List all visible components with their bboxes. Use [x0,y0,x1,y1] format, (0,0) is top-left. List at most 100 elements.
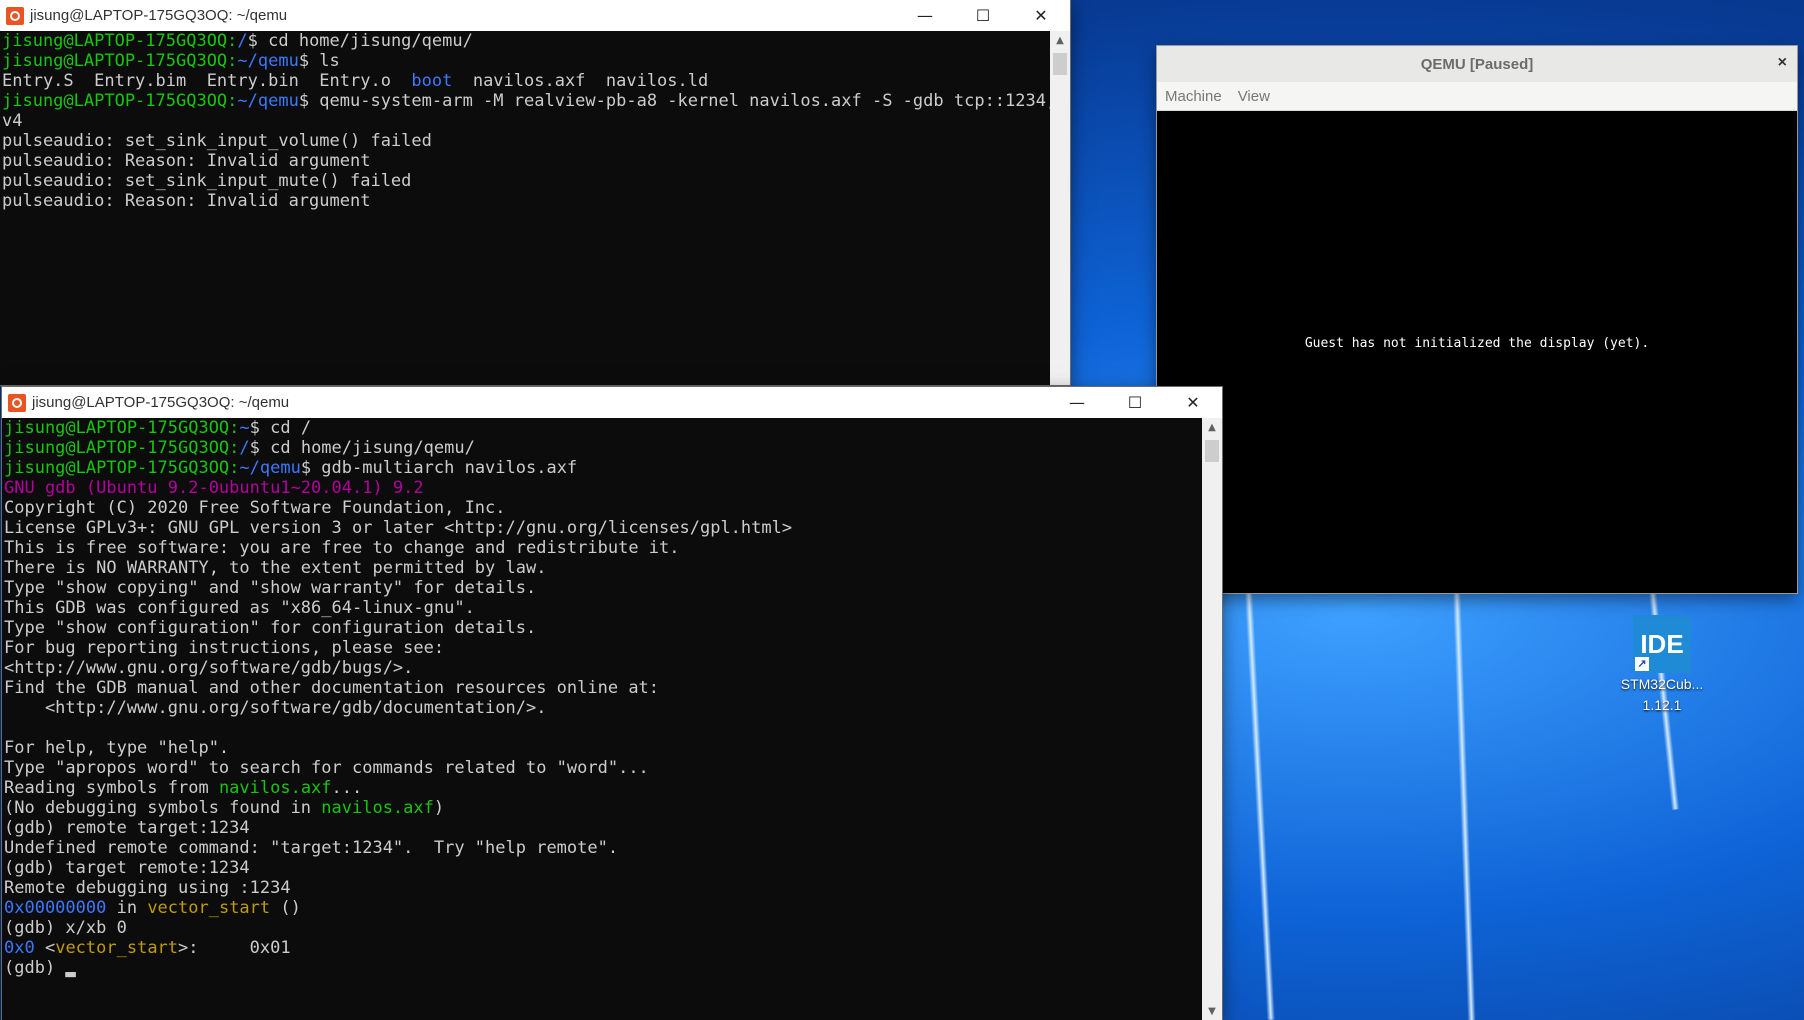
guest-display-message: Guest has not initialized the display (y… [1304,336,1650,351]
terminal-line: For help, type "help". [4,738,1202,758]
scrollbar-thumb[interactable] [1053,53,1067,75]
qemu-title: QEMU [Paused] [1420,55,1534,73]
terminal-line: (gdb) x/xb 0 [4,918,1202,938]
scrollbar[interactable]: ▲ [1050,31,1070,385]
terminal-text: (gdb) [4,958,66,978]
shortcut-arrow-icon: ↗ [1635,657,1649,671]
terminal-text: pulseaudio: set_sink_input_volume() fail… [2,131,432,151]
stm32cubeide-shortcut[interactable]: IDE ↗ STM32Cub... 1.12.1 [1617,615,1707,715]
terminal-window-gdb[interactable]: jisung@LAPTOP-175GQ3OQ: ~/qemu — ☐ ✕ jis… [2,387,1222,1020]
terminal-line: Reading symbols from navilos.axf... [4,778,1202,798]
terminal-text: Remote debugging using :1234 [4,878,291,898]
terminal-text: (gdb) remote target:1234 [4,818,250,838]
terminal-text: jisung@LAPTOP-175GQ3OQ: [4,438,240,458]
terminal-text: / [237,31,248,51]
terminal-text: $ cd home/jisung/qemu/ [247,31,473,51]
scroll-up-icon[interactable]: ▲ [1202,418,1222,436]
terminal-output[interactable]: jisung@LAPTOP-175GQ3OQ:~$ cd / jisung@LAP… [2,418,1202,1020]
terminal-line: (gdb) ▂ [4,958,1202,978]
terminal-text: ~/qemu [239,458,301,478]
maximize-button[interactable]: ☐ [954,0,1012,31]
terminal-text: navilos.axf [218,778,332,798]
terminal-text: License GPLv3+: GNU GPL version 3 or lat… [4,518,793,538]
qemu-menubar: Machine View [1157,82,1797,111]
terminal-line: (gdb) target remote:1234 [4,858,1202,878]
terminal-text: pulseaudio: Reason: Invalid argument [2,151,371,171]
scroll-up-icon[interactable]: ▲ [1050,31,1070,49]
menu-machine[interactable]: Machine [1165,88,1222,105]
terminal-line: Copyright (C) 2020 Free Software Foundat… [4,498,1202,518]
terminal-text: (No debugging symbols found in [4,798,322,818]
terminal-text: navilos.axf [321,798,434,818]
ide-app-icon: IDE ↗ [1633,615,1691,673]
terminal-text: vector_start [55,938,179,958]
window-title: jisung@LAPTOP-175GQ3OQ: ~/qemu [30,7,288,24]
terminal-line: <http://www.gnu.org/software/gdb/documen… [4,698,1202,718]
terminal-text: Type "show configuration" for configurat… [4,618,537,638]
terminal-line: This GDB was configured as "x86_64-linux… [4,598,1202,618]
ubuntu-icon [6,6,24,25]
terminal-text: $ gdb-multiarch navilos.axf [300,458,578,478]
terminal-text: Copyright (C) 2020 Free Software Foundat… [4,498,506,518]
minimize-button[interactable]: — [1048,387,1106,418]
terminal-text: ▂ [65,958,76,978]
terminal-text: This is free software: you are free to c… [4,538,680,558]
terminal-text: jisung@LAPTOP-175GQ3OQ: [2,31,238,51]
scrollbar-thumb[interactable] [1205,440,1219,462]
terminal-line: 0x00000000 in vector_start () [4,898,1202,918]
terminal-text: ~/qemu [237,51,299,71]
terminal-text: navilos.axf navilos.ld [452,71,709,91]
close-button[interactable]: ✕ [1164,387,1222,418]
window-title: jisung@LAPTOP-175GQ3OQ: ~/qemu [32,394,290,411]
scroll-down-icon[interactable]: ▼ [1202,1002,1222,1020]
terminal-text: $ qemu-system-arm -M realview-pb-a8 -ker… [298,91,1050,111]
minimize-button[interactable]: — [896,0,954,31]
terminal-line: Find the GDB manual and other documentat… [4,678,1202,698]
terminal-text: Undefined remote command: "target:1234".… [4,838,619,858]
terminal-line: Type "apropos word" to search for comman… [4,758,1202,778]
terminal-text: vector_start [147,898,271,918]
wallpaper-beam [1451,570,1477,1020]
terminal-line: pulseaudio: set_sink_input_mute() failed [2,171,1050,191]
terminal-text: < [34,938,56,958]
terminal-text: ~ [239,418,250,438]
terminal-output[interactable]: jisung@LAPTOP-175GQ3OQ:/$ cd home/jisung… [0,31,1050,385]
ide-icon-glyph: IDE [1640,628,1684,659]
terminal-text: 0x0 [4,938,35,958]
terminal-text: ) [433,798,445,818]
terminal-line: jisung@LAPTOP-175GQ3OQ:~/qemu$ gdb-multi… [4,458,1202,478]
terminal-text: (gdb) target remote:1234 [4,858,250,878]
scrollbar[interactable]: ▲ ▼ [1202,418,1222,1020]
terminal-text: jisung@LAPTOP-175GQ3OQ: [4,458,240,478]
terminal-line: License GPLv3+: GNU GPL version 3 or lat… [4,518,1202,538]
terminal-window-qemu[interactable]: jisung@LAPTOP-175GQ3OQ: ~/qemu — ☐ ✕ jis… [0,0,1070,385]
terminal-line: pulseaudio: Reason: Invalid argument [2,191,1050,211]
qemu-titlebar[interactable]: QEMU [Paused] × [1157,46,1797,82]
qemu-window[interactable]: QEMU [Paused] × Machine View Guest has n… [1157,46,1797,593]
terminal-line: jisung@LAPTOP-175GQ3OQ:~$ cd / [4,418,1202,438]
terminal-line: For bug reporting instructions, please s… [4,638,1202,658]
terminal-titlebar[interactable]: jisung@LAPTOP-175GQ3OQ: ~/qemu — ☐ ✕ [0,0,1070,31]
maximize-button[interactable]: ☐ [1106,387,1164,418]
terminal-text: Reading symbols from [4,778,219,798]
terminal-text: Find the GDB manual and other documentat… [4,678,660,698]
terminal-titlebar[interactable]: jisung@LAPTOP-175GQ3OQ: ~/qemu — ☐ ✕ [2,387,1222,418]
terminal-text: pulseaudio: set_sink_input_mute() failed [2,171,412,191]
ubuntu-icon [8,393,26,412]
terminal-text: / [239,438,250,458]
close-button[interactable]: ✕ [1012,0,1070,31]
terminal-text: For help, type "help". [4,738,230,758]
terminal-text: Entry.S Entry.bim Entry.bin Entry.o [2,71,412,91]
terminal-text: Type "apropos word" to search for comman… [4,758,649,778]
terminal-line: There is NO WARRANTY, to the extent perm… [4,558,1202,578]
terminal-text: >: 0x01 [178,938,291,958]
terminal-line: jisung@LAPTOP-175GQ3OQ:/$ cd home/jisung… [2,31,1050,51]
terminal-text: Type "show copying" and "show warranty" … [4,578,537,598]
menu-view[interactable]: View [1238,88,1270,105]
terminal-text: ~/qemu [237,91,299,111]
terminal-line: GNU gdb (Ubuntu 9.2-0ubuntu1~20.04.1) 9.… [4,478,1202,498]
close-icon[interactable]: × [1778,54,1787,72]
terminal-line: Undefined remote command: "target:1234".… [4,838,1202,858]
terminal-text: $ cd / [249,418,312,438]
